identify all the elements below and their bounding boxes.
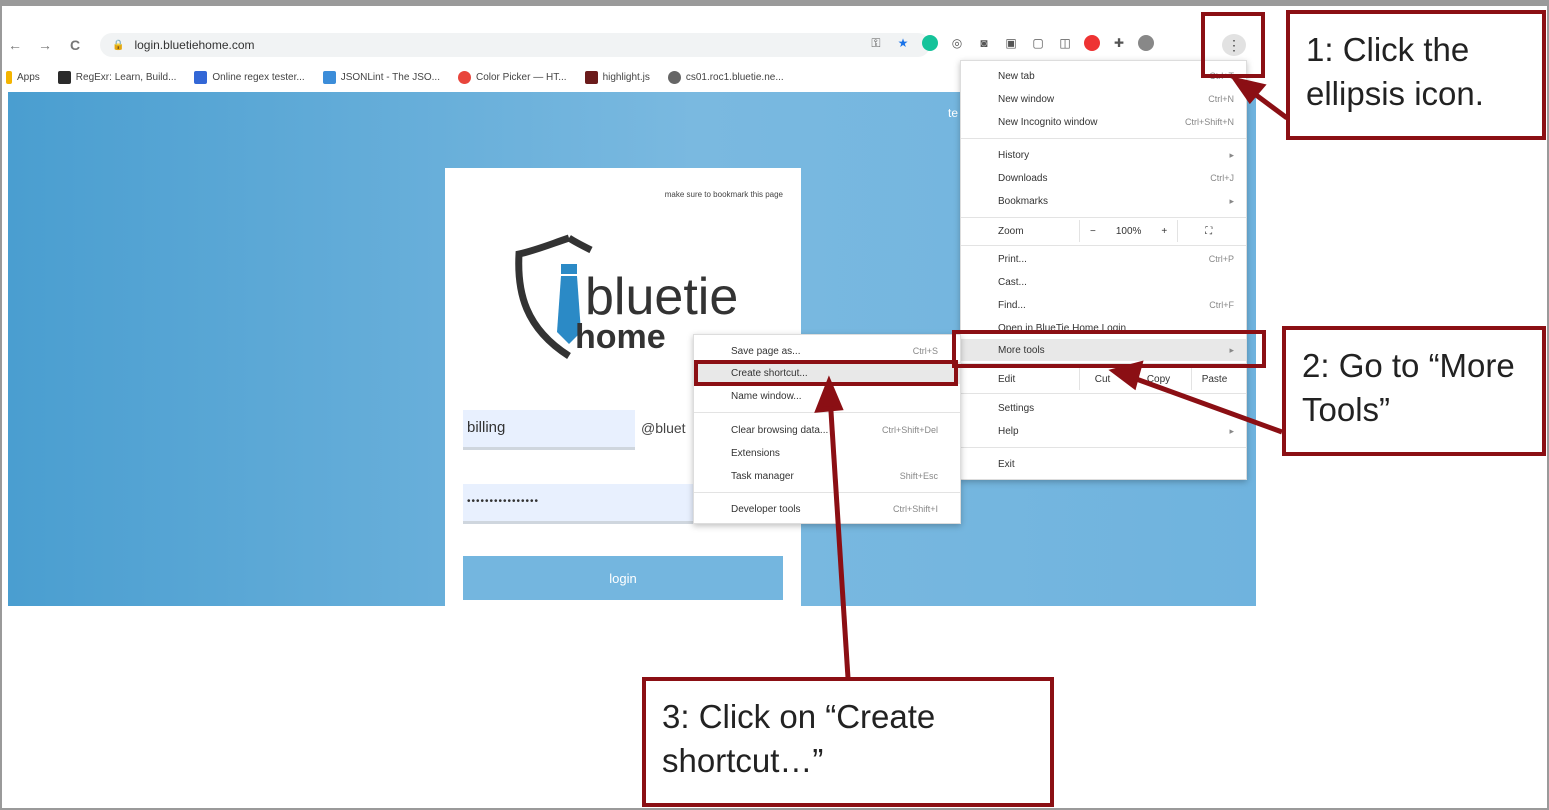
bookmark-item[interactable]: Apps bbox=[6, 70, 40, 84]
callout-step1: 1: Click the ellipsis icon. bbox=[1286, 10, 1546, 140]
bookmark-item[interactable]: cs01.roc1.bluetie.ne... bbox=[667, 70, 784, 84]
menu-divider bbox=[961, 138, 1246, 139]
menu-item-bookmarks[interactable]: Bookmarks ▸ bbox=[961, 190, 1246, 212]
star-icon[interactable]: ★ bbox=[895, 35, 911, 51]
chevron-right-icon: ▸ bbox=[1229, 149, 1234, 160]
jsonlint-icon bbox=[322, 70, 336, 84]
key-icon[interactable]: ⚿ bbox=[868, 35, 884, 51]
chevron-right-icon: ▸ bbox=[1229, 425, 1234, 436]
address-bar[interactable]: 🔒 login.bluetiehome.com bbox=[100, 33, 930, 57]
bookmark-note: make sure to bookmark this page bbox=[664, 190, 783, 199]
menu-item-print[interactable]: Print... Ctrl+P bbox=[961, 248, 1246, 270]
menu-item-settings[interactable]: Settings bbox=[961, 397, 1246, 419]
extension-icons: ⚿ ★ ◎ ◙ ▣ ▢ ◫ ✚ bbox=[868, 35, 1154, 51]
bookmark-item[interactable]: RegExr: Learn, Build... bbox=[57, 70, 176, 84]
menu-divider bbox=[961, 217, 1246, 218]
menu-item-new-window[interactable]: New window Ctrl+N bbox=[961, 88, 1246, 110]
submenu-item-clear-browsing[interactable]: Clear browsing data... Ctrl+Shift+Del bbox=[694, 419, 960, 441]
bookmark-item[interactable]: Online regex tester... bbox=[194, 70, 305, 84]
menu-divider bbox=[694, 492, 960, 493]
menu-item-new-incognito[interactable]: New Incognito window Ctrl+Shift+N bbox=[961, 111, 1246, 133]
submenu-item-extensions[interactable]: Extensions bbox=[694, 442, 960, 464]
bookmark-item[interactable]: JSONLint - The JSO... bbox=[322, 70, 440, 84]
submenu-item-developer-tools[interactable]: Developer tools Ctrl+Shift+I bbox=[694, 498, 960, 520]
menu-item-exit[interactable]: Exit bbox=[961, 453, 1246, 475]
back-icon[interactable]: ← bbox=[2, 37, 28, 53]
profile-icon[interactable] bbox=[1138, 35, 1154, 51]
tab-icon[interactable]: ◫ bbox=[1057, 35, 1073, 51]
chevron-right-icon: ▸ bbox=[1229, 195, 1234, 206]
bookmark-item[interactable]: highlight.js bbox=[584, 70, 650, 84]
submenu-item-task-manager[interactable]: Task manager Shift+Esc bbox=[694, 465, 960, 487]
zoom-out-button[interactable]: − bbox=[1079, 220, 1106, 242]
callout-step2: 2: Go to “More Tools” bbox=[1282, 326, 1546, 456]
page-header-text: te bbox=[948, 106, 959, 120]
camera-icon[interactable]: ◎ bbox=[949, 35, 965, 51]
submenu-item-save-page[interactable]: Save page as... Ctrl+S bbox=[694, 340, 960, 362]
password-input[interactable]: •••••••••••••••• bbox=[463, 484, 703, 524]
username-input[interactable]: billing bbox=[463, 410, 635, 450]
menu-item-find[interactable]: Find... Ctrl+F bbox=[961, 294, 1246, 316]
puzzle-icon[interactable]: ✚ bbox=[1111, 35, 1127, 51]
domain-suffix: @bluet bbox=[641, 420, 686, 436]
zoom-controls: − 100% + ⛶ bbox=[1079, 220, 1239, 242]
menu-divider bbox=[961, 245, 1246, 246]
window-icon[interactable]: ▢ bbox=[1030, 35, 1046, 51]
menu-item-zoom: Zoom − 100% + ⛶ bbox=[961, 220, 1246, 242]
apps-grid-icon bbox=[6, 70, 12, 84]
menu-divider bbox=[961, 447, 1246, 448]
menu-divider bbox=[961, 393, 1246, 394]
logo-word-home: home bbox=[575, 318, 666, 356]
regex-tester-icon bbox=[194, 70, 208, 84]
bookmark-item[interactable]: Color Picker — HT... bbox=[457, 70, 567, 84]
chrome-main-menu: New tab Ctrl+T New window Ctrl+N New Incog… bbox=[960, 60, 1247, 480]
paste-button[interactable]: Paste bbox=[1191, 368, 1237, 390]
adblock-icon[interactable] bbox=[1084, 35, 1100, 51]
zoom-in-button[interactable]: + bbox=[1151, 220, 1177, 242]
screen-icon[interactable]: ▣ bbox=[1003, 35, 1019, 51]
highlight-more-tools bbox=[952, 330, 1266, 368]
callout-step3: 3: Click on “Create shortcut…” bbox=[642, 677, 1054, 807]
forward-icon[interactable]: → bbox=[32, 37, 58, 53]
highlight-create-shortcut bbox=[694, 360, 958, 386]
menu-item-history[interactable]: History ▸ bbox=[961, 144, 1246, 166]
menu-item-help[interactable]: Help ▸ bbox=[961, 420, 1246, 442]
pocket-icon[interactable]: ◙ bbox=[976, 35, 992, 51]
globe-icon bbox=[667, 70, 681, 84]
regexr-icon bbox=[57, 70, 71, 84]
login-button[interactable]: login bbox=[463, 556, 783, 600]
menu-item-downloads[interactable]: Downloads Ctrl+J bbox=[961, 167, 1246, 189]
grammarly-icon[interactable] bbox=[922, 35, 938, 51]
fullscreen-icon[interactable]: ⛶ bbox=[1177, 220, 1239, 242]
highlight-ellipsis bbox=[1201, 12, 1265, 78]
menu-item-cast[interactable]: Cast... bbox=[961, 271, 1246, 293]
browser-toolbar: ← → C 🔒 login.bluetiehome.com ⚿ ★ ◎ ◙ ▣ … bbox=[2, 28, 1252, 62]
lock-icon: 🔒 bbox=[112, 39, 125, 51]
menu-item-edit: Edit Cut Copy Paste bbox=[961, 368, 1246, 390]
highlightjs-icon bbox=[584, 70, 598, 84]
zoom-level: 100% bbox=[1115, 225, 1142, 237]
menu-divider bbox=[694, 412, 960, 413]
reload-icon[interactable]: C bbox=[62, 37, 88, 53]
cut-button[interactable]: Cut bbox=[1079, 368, 1125, 390]
submenu-item-name-window[interactable]: Name window... bbox=[694, 385, 960, 407]
color-picker-icon bbox=[457, 70, 471, 84]
url-text: login.bluetiehome.com bbox=[134, 38, 255, 52]
copy-button[interactable]: Copy bbox=[1135, 368, 1181, 390]
